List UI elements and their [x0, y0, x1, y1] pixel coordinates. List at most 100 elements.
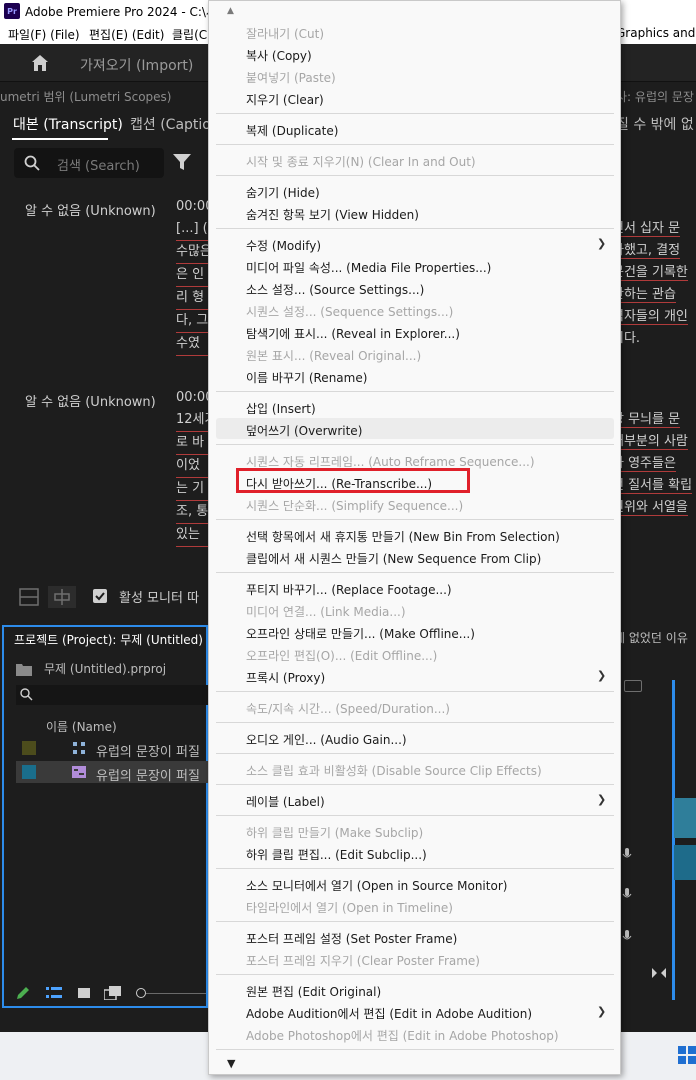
playhead[interactable] — [672, 680, 675, 1000]
submenu-arrow-icon: ❯ — [597, 1005, 607, 1018]
multicam-icon — [73, 742, 85, 754]
menu-item-sequence-settings[interactable]: 시퀀스 설정... (Sequence Settings...) — [246, 303, 453, 320]
menu-item-link-media[interactable]: 미디어 연결... (Link Media...) — [246, 603, 406, 620]
timeline-tab-text[interactable]: 에 없었던 이유 — [614, 629, 688, 646]
speaker-label[interactable]: 알 수 없음 (Unknown) — [25, 391, 156, 410]
transcript-line: 권위와 서열을 — [612, 500, 688, 516]
menu-item-cut[interactable]: 잘라내기 (Cut) — [246, 25, 324, 42]
program-monitor-tab[interactable]: 사: 유럽의 문장 — [616, 88, 694, 105]
split-segment-icon[interactable] — [19, 588, 39, 606]
menu-scroll-up-icon[interactable]: ▲ — [227, 6, 234, 16]
menu-item-edit-in-photoshop[interactable]: Adobe Photoshop에서 편집 (Edit in Adobe Phot… — [246, 1027, 559, 1044]
menu-item-speed-duration[interactable]: 속도/지속 시간... (Speed/Duration...) — [246, 700, 450, 717]
menu-item-proxy[interactable]: 프록시 (Proxy) — [246, 669, 325, 686]
lumetri-scopes-tab[interactable]: umetri 범위 (Lumetri Scopes) — [0, 88, 171, 105]
search-placeholder: 검색 (Search) — [57, 159, 140, 174]
zoom-timeline-icon[interactable] — [652, 968, 666, 978]
window-title: Adobe Premiere Pro 2024 - C:\사용 — [25, 4, 229, 19]
premiere-logo-icon: Pr — [4, 3, 20, 19]
menu-separator — [216, 391, 614, 392]
menu-item-paste[interactable]: 붙여넣기 (Paste) — [246, 69, 336, 86]
menu-item-reveal-in-explorer[interactable]: 탐색기에 표시... (Reveal in Explorer...) — [246, 325, 460, 342]
menu-clip[interactable]: 클립(C — [172, 26, 207, 43]
project-item[interactable]: 유럽의 문장이 퍼질 — [16, 761, 210, 784]
cc-icon[interactable] — [624, 680, 642, 692]
menu-item-media-file-properties[interactable]: 미디어 파일 속성... (Media File Properties...) — [246, 259, 491, 276]
menu-item-make-subclip[interactable]: 하위 클립 만들기 (Make Subclip) — [246, 824, 423, 841]
freeform-view-icon[interactable] — [104, 986, 122, 1000]
import-tab[interactable]: 가져오기 (Import) — [80, 55, 193, 75]
tab-transcript[interactable]: 대본 (Transcript) — [13, 114, 123, 134]
transcript-search-input[interactable]: 검색 (Search) — [14, 148, 164, 178]
project-search-input[interactable] — [16, 685, 210, 705]
timeline-clip-audio[interactable] — [674, 845, 696, 880]
microphone-icon[interactable] — [622, 930, 632, 944]
menu-separator — [216, 175, 614, 176]
menu-scroll-down-icon[interactable]: ▼ — [227, 1057, 235, 1070]
transcript-block-right[interactable]: 장 무늬를 문 대부분의 사람 가 영주들은 던 질서를 확립 권위와 서열을 — [612, 409, 693, 519]
menu-item-clear-poster-frame[interactable]: 포스터 프레임 지우기 (Clear Poster Frame) — [246, 952, 480, 969]
icon-view-icon[interactable] — [78, 987, 90, 999]
project-item[interactable]: 유럽의 문장이 퍼질 — [16, 737, 210, 760]
menu-item-make-offline[interactable]: 오프라인 상태로 만들기... (Make Offline...) — [246, 625, 475, 642]
speaker-label[interactable]: 알 수 없음 (Unknown) — [25, 200, 156, 219]
timeline-clip-video[interactable] — [674, 798, 696, 838]
menu-item-clear[interactable]: 지우기 (Clear) — [246, 91, 324, 108]
menu-item-simplify-sequence[interactable]: 시퀀스 단순화... (Simplify Sequence...) — [246, 497, 463, 514]
menu-item-insert[interactable]: 삽입 (Insert) — [246, 400, 316, 417]
menu-item-duplicate[interactable]: 복제 (Duplicate) — [246, 122, 338, 139]
menu-item-set-poster-frame[interactable]: 포스터 프레임 설정 (Set Poster Frame) — [246, 930, 457, 947]
name-column-header[interactable]: 이름 (Name) — [46, 718, 117, 735]
menu-item-source-settings[interactable]: 소스 설정... (Source Settings...) — [246, 281, 424, 298]
home-icon[interactable] — [31, 54, 49, 72]
label-color-swatch[interactable] — [22, 765, 36, 779]
list-view-icon[interactable] — [46, 987, 62, 999]
menu-item-open-in-timeline[interactable]: 타임라인에서 열기 (Open in Timeline) — [246, 899, 453, 916]
filter-icon[interactable] — [172, 152, 192, 172]
menu-item-reveal-original[interactable]: 원본 표시... (Reveal Original...) — [246, 347, 421, 364]
microphone-icon[interactable] — [622, 888, 632, 902]
menu-item-edit-subclip[interactable]: 하위 클립 편집... (Edit Subclip...) — [246, 846, 427, 863]
menu-item-audio-gain[interactable]: 오디오 게인... (Audio Gain...) — [246, 731, 407, 748]
menu-item-hide[interactable]: 숨기기 (Hide) — [246, 184, 320, 201]
microphone-icon[interactable] — [622, 848, 632, 862]
tab-captions[interactable]: 캡션 (Caption — [130, 114, 220, 134]
windows-start-icon[interactable] — [678, 1046, 696, 1064]
menu-item-rename[interactable]: 이름 바꾸기 (Rename) — [246, 369, 367, 386]
menu-separator — [216, 144, 614, 145]
menu-item-overwrite[interactable]: 덮어쓰기 (Overwrite) — [246, 422, 362, 439]
transcript-line: 면서 십자 문 — [612, 221, 681, 237]
active-monitor-checkbox[interactable] — [93, 589, 107, 603]
menu-item-open-in-source-monitor[interactable]: 소스 모니터에서 열기 (Open in Source Monitor) — [246, 877, 507, 894]
menu-item-new-sequence-from-clip[interactable]: 클립에서 새 시퀀스 만들기 (New Sequence From Clip) — [246, 550, 541, 567]
menu-item-disable-source-clip-effects[interactable]: 소스 클립 효과 비활성화 (Disable Source Clip Effec… — [246, 762, 542, 779]
menu-separator — [216, 722, 614, 723]
menu-graphics[interactable]: Graphics and T — [616, 26, 696, 40]
zoom-slider-handle[interactable] — [136, 988, 146, 998]
menu-separator — [216, 113, 614, 114]
merge-segments-icon[interactable] — [48, 586, 76, 608]
menu-file[interactable]: 파일(F) (File) — [8, 26, 80, 43]
menu-item-view-hidden[interactable]: 숨겨진 항목 보기 (View Hidden) — [246, 206, 419, 223]
menu-item-edit-original[interactable]: 원본 편집 (Edit Original) — [246, 983, 381, 1000]
menu-separator — [216, 753, 614, 754]
pencil-icon[interactable] — [16, 986, 30, 1000]
menu-item-edit-in-audition[interactable]: Adobe Audition에서 편집 (Edit in Adobe Audit… — [246, 1005, 532, 1022]
menu-item-copy[interactable]: 복사 (Copy) — [246, 47, 312, 64]
menu-item-new-bin-from-selection[interactable]: 선택 항목에서 새 휴지통 만들기 (New Bin From Selectio… — [246, 528, 560, 545]
transcript-right-text: 질 수 밖에 없 — [616, 117, 694, 133]
label-color-swatch[interactable] — [22, 741, 36, 755]
submenu-arrow-icon: ❯ — [597, 793, 607, 806]
menu-item-modify[interactable]: 수정 (Modify) — [246, 237, 321, 254]
menu-item-edit-offline[interactable]: 오프라인 편집(O)... (Edit Offline...) — [246, 647, 437, 664]
zoom-slider-track[interactable] — [146, 993, 206, 994]
menu-item-clear-in-out[interactable]: 시작 및 종료 지우기(N) (Clear In and Out) — [246, 153, 476, 170]
menu-edit[interactable]: 편집(E) (Edit) — [89, 26, 164, 43]
menu-item-label[interactable]: 레이블 (Label) — [246, 793, 325, 810]
project-panel-title[interactable]: 프로젝트 (Project): 무제 (Untitled) — [14, 631, 203, 648]
re-transcribe-highlight-box — [236, 468, 470, 493]
menu-item-replace-footage[interactable]: 푸티지 바꾸기... (Replace Footage...) — [246, 581, 452, 598]
transcript-block-right[interactable]: 면서 십자 문 사했고, 결정 문건을 기록한 관하는 관습 력자들의 개인 니… — [612, 218, 688, 350]
menu-separator — [216, 228, 614, 229]
transcript-line: 문건을 기록한 — [612, 265, 688, 281]
